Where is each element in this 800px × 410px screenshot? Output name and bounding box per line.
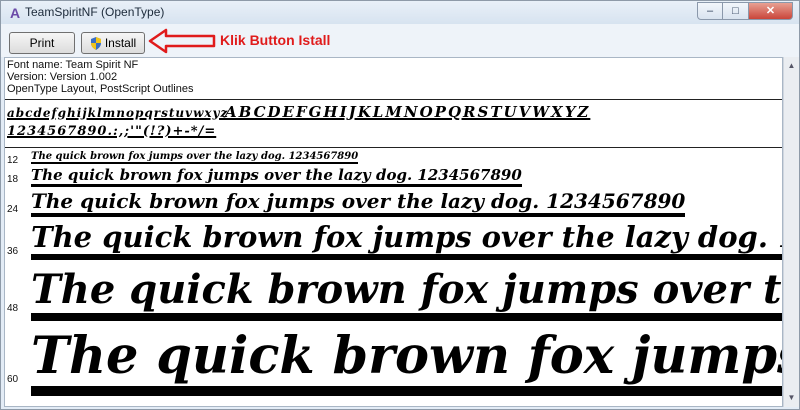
charset-digits-symbols: 1234567890.:,;'"(!?)+-*/= [7,124,217,139]
uac-shield-icon [90,36,101,50]
scroll-up-arrow-icon[interactable]: ▲ [786,59,797,73]
font-name-line: Font name: Team Spirit NF [7,59,139,71]
divider-bottom [5,147,782,148]
install-button-label: Install [104,36,137,50]
install-button[interactable]: Install [81,32,145,54]
size-label-12: 12 [7,155,19,166]
size-label-36: 36 [7,246,19,257]
font-type-line: OpenType Layout, PostScript Outlines [7,83,194,95]
sample-line-36: The quick brown fox jumps over the lazy … [31,220,782,260]
sample-line-60: The quick brown fox jumps over the lazy … [31,326,782,396]
window-controls: – □ ✕ [697,2,793,20]
size-label-18: 18 [7,174,19,185]
red-arrow-icon [148,28,216,54]
sample-line-12: The quick brown fox jumps over the lazy … [31,151,359,164]
sample-text-18: The quick brown fox jumps over the lazy … [31,166,522,187]
sample-text-12: The quick brown fox jumps over the lazy … [31,151,359,164]
charset-uppercase: ABCDEFGHIJKLMNOPQRSTUVWXYZ [225,103,591,121]
charset-lowercase: abcdefghijklmnopqrstuvwxyz [7,106,229,120]
sample-text-36: The quick brown fox jumps over the lazy … [31,220,782,260]
size-label-48: 48 [7,303,19,314]
font-version-line: Version: Version 1.002 [7,71,118,83]
sample-line-18: The quick brown fox jumps over the lazy … [31,166,522,187]
minimize-button[interactable]: – [697,2,723,20]
sample-text-24: The quick brown fox jumps over the lazy … [31,189,686,217]
sample-text-60: The quick brown fox jumps over the lazy … [31,326,782,396]
toolbar: Print Install [1,24,799,57]
size-label-24: 24 [7,204,19,215]
close-button[interactable]: ✕ [749,2,793,20]
maximize-button[interactable]: □ [723,2,749,20]
divider-top [5,99,782,100]
print-button-label: Print [29,36,55,50]
sample-line-48: The quick brown fox jumps over the lazy … [31,266,782,321]
vertical-scrollbar[interactable]: ▲ ▼ [783,57,799,407]
scroll-down-arrow-icon[interactable]: ▼ [786,391,797,405]
window-title: TeamSpiritNF (OpenType) [25,5,165,19]
annotation-text: Klik Button Istall [220,32,331,48]
font-preview-pane: Font name: Team Spirit NF Version: Versi… [4,57,783,407]
print-button[interactable]: Print [9,32,75,54]
font-viewer-window: A TeamSpiritNF (OpenType) – □ ✕ Print In… [0,0,800,410]
font-app-icon: A [9,5,21,21]
sample-line-24: The quick brown fox jumps over the lazy … [31,189,686,217]
title-bar: A TeamSpiritNF (OpenType) – □ ✕ [1,1,799,24]
font-info: Font name: Team Spirit NF Version: Versi… [7,59,194,95]
size-label-60: 60 [7,374,19,385]
sample-text-48: The quick brown fox jumps over the lazy … [31,266,782,321]
